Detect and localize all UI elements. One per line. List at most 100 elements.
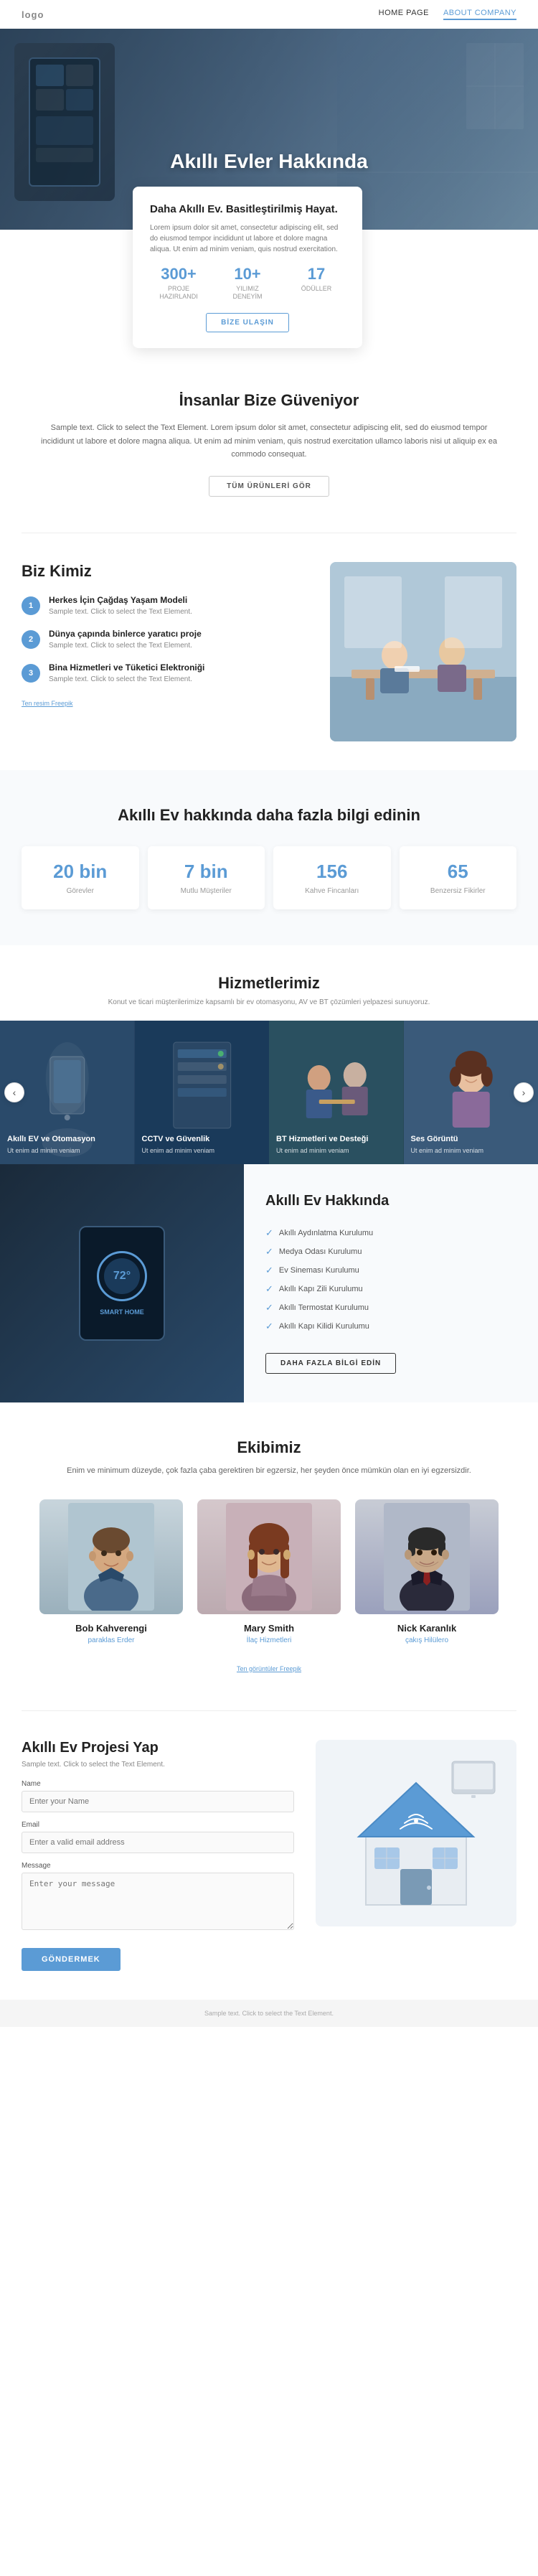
hero-title: Akıllı Evler Hakkında <box>0 150 538 173</box>
stat-customers-label: Mutlu Müşteriler <box>155 887 258 895</box>
service-card-4-title: Ses Görüntü <box>411 1135 532 1143</box>
info-card-text: Lorem ipsum dolor sit amet, consectetur … <box>150 223 345 255</box>
freepik-link-biz[interactable]: Ten resim Freepik <box>22 700 73 707</box>
biz-item-2-title: Dünya çapında binlerce yaratıcı proje <box>49 629 202 639</box>
stat-ideas: 65 Benzersiz Fikirler <box>400 846 517 909</box>
trust-section: İnsanlar Bize Güveniyor Sample text. Cli… <box>0 348 538 533</box>
trust-title: İnsanlar Bize Güveniyor <box>22 391 516 410</box>
biz-number-1: 1 <box>22 596 40 615</box>
feature-1: ✓ Akıllı Aydınlatma Kurulumu <box>265 1224 516 1242</box>
check-icon-4: ✓ <box>265 1283 273 1295</box>
nick-avatar-svg <box>384 1503 470 1611</box>
team-photo-bob <box>39 1499 183 1614</box>
feature-3: ✓Ev Sineması Kurulumu <box>265 1261 516 1280</box>
email-group: Email <box>22 1821 294 1853</box>
team-name-mary: Mary Smith <box>197 1623 341 1634</box>
check-icon-1: ✓ <box>265 1227 273 1239</box>
smart-home-bg: 72° SMART HOME <box>0 1164 244 1402</box>
service-card-2-content: CCTV ve Güvenlik Ut enim ad minim veniam <box>142 1135 263 1156</box>
stat-tasks-number: 20 bin <box>29 861 132 883</box>
team-role-mary: İlaç Hizmetleri <box>197 1636 341 1644</box>
team-avatar-bob <box>39 1499 183 1614</box>
hero-content: Akıllı Evler Hakkında <box>0 85 538 173</box>
trust-cta[interactable]: TÜM ÜRÜNLERİ GÖR <box>209 476 329 497</box>
slider-arrow-left[interactable]: ‹ <box>4 1082 24 1102</box>
stat-customers-number: 7 bin <box>155 861 258 883</box>
feature-5-text: Akıllı Termostat Kurulumu <box>279 1303 369 1312</box>
check-icon-3: ✓ <box>265 1265 273 1276</box>
team-role-bob: paraklas Erder <box>39 1636 183 1644</box>
message-textarea[interactable] <box>22 1873 294 1930</box>
team-photo-nick <box>355 1499 499 1614</box>
biz-item-2-text: Sample text. Click to select the Text El… <box>49 642 202 650</box>
submit-button[interactable]: GÖNDERMEK <box>22 1948 121 1971</box>
team-title: Ekibimiz <box>22 1438 516 1457</box>
smart-home-device: 72° SMART HOME <box>79 1226 165 1341</box>
biz-kimiz-left: Biz Kimiz 1 Herkes İçin Çağdaş Yaşam Mod… <box>22 562 308 709</box>
biz-item-3: 3 Bina Hizmetleri ve Tüketici Elektroniğ… <box>22 662 308 683</box>
service-card-1-title: Akıllı EV ve Otomasyon <box>7 1135 128 1143</box>
thermostat-label: SMART HOME <box>100 1308 144 1316</box>
learn-more-section: Akıllı Ev hakkında daha fazla bilgi edin… <box>0 770 538 945</box>
info-card-stats: 300+ PROJEHAZIRLANDI 10+ YILIMIZDENEYİM … <box>150 265 345 301</box>
house-svg <box>323 1740 509 1926</box>
feature-2: ✓Medya Odası Kurulumu <box>265 1242 516 1261</box>
biz-kimiz-section: Biz Kimiz 1 Herkes İçin Çağdaş Yaşam Mod… <box>0 533 538 770</box>
stat-ideas-label: Benzersiz Fikirler <box>407 887 510 895</box>
name-input[interactable] <box>22 1791 294 1812</box>
service-card-2-text: Ut enim ad minim veniam <box>142 1146 263 1156</box>
name-group: Name <box>22 1780 294 1812</box>
message-label: Message <box>22 1862 294 1870</box>
smart-home-cta[interactable]: DAHA FAZLA BİLGİ EDİN <box>265 1353 396 1374</box>
trust-text: Sample text. Click to select the Text El… <box>36 421 502 462</box>
smart-home-content: Akıllı Ev Hakkında ✓Akıllı Aydınlatma Ku… <box>244 1164 538 1402</box>
nav-links: HOME PAGE ABOUT COMPANY <box>379 9 516 20</box>
biz-img-container <box>330 562 516 741</box>
feature-6: ✓Akıllı Kapı Kilidi Kurulumu <box>265 1317 516 1336</box>
stat-projects: 300+ PROJEHAZIRLANDI <box>150 265 207 301</box>
info-card-cta[interactable]: BİZE ULAŞIN <box>206 313 289 332</box>
nav-home[interactable]: HOME PAGE <box>379 9 429 20</box>
navbar: logo HOME PAGE ABOUT COMPANY <box>0 0 538 29</box>
team-card-bob: Bob Kahverengi paraklas Erder <box>39 1499 183 1650</box>
team-name-nick: Nick Karanlık <box>355 1623 499 1634</box>
team-subtitle: Enim ve minimum düzeyde, çok fazla çaba … <box>36 1464 502 1478</box>
contact-illustration <box>316 1740 516 1926</box>
stat-label-years: YILIMIZDENEYİM <box>219 285 276 301</box>
stat-coffee-number: 156 <box>280 861 384 883</box>
services-slider: ‹ Akıllı EV ve Otomasyon Ut enim ad mini… <box>0 1021 538 1164</box>
stat-label-awards: ÖDÜLLER <box>288 285 345 294</box>
stat-customers: 7 bin Mutlu Müşteriler <box>148 846 265 909</box>
freepik-link-team[interactable]: Ten görüntüler Freepik <box>237 1665 301 1672</box>
feature-1-text: Akıllı Aydınlatma Kurulumu <box>279 1229 373 1237</box>
service-card-4-content: Ses Görüntü Ut enim ad minim veniam <box>411 1135 532 1156</box>
stat-number-projects: 300+ <box>150 265 207 284</box>
biz-number-2: 2 <box>22 630 40 649</box>
stat-coffee-label: Kahve Fincanları <box>280 887 384 895</box>
biz-item-3-title: Bina Hizmetleri ve Tüketici Elektroniği <box>49 662 204 673</box>
feature-list: ✓Akıllı Aydınlatma Kurulumu ✓Medya Odası… <box>265 1224 516 1336</box>
biz-kimiz-image <box>330 562 516 741</box>
slider-arrow-right[interactable]: › <box>514 1082 534 1102</box>
footer: Sample text. Click to select the Text El… <box>0 2000 538 2027</box>
logo: logo <box>22 9 44 20</box>
contact-form-area: Akıllı Ev Projesi Yap Sample text. Click… <box>22 1740 294 1971</box>
service-card-3-content: BT Hizmetleri ve Desteği Ut enim ad mini… <box>276 1135 397 1156</box>
services-subtitle: Konut ve ticari müşterilerimize kapsamlı… <box>0 998 538 1006</box>
contact-section: Akıllı Ev Projesi Yap Sample text. Click… <box>0 1711 538 2000</box>
contact-text: Sample text. Click to select the Text El… <box>22 1761 294 1769</box>
feature-2-text: Medya Odası Kurulumu <box>279 1247 362 1256</box>
stat-awards: 17 ÖDÜLLER <box>288 265 345 301</box>
email-input[interactable] <box>22 1832 294 1853</box>
stat-number-awards: 17 <box>288 265 345 284</box>
smart-home-section: 72° SMART HOME Akıllı Ev Hakkında ✓Akıll… <box>0 1164 538 1402</box>
contact-form: Name Email Message GÖNDERMEK <box>22 1780 294 1971</box>
team-card-nick: Nick Karanlık çakış Hilülero <box>355 1499 499 1650</box>
info-card-wrapper: Daha Akıllı Ev. Basitleştirilmiş Hayat. … <box>0 230 538 348</box>
biz-item-2-content: Dünya çapında binlerce yaratıcı proje Sa… <box>49 629 202 650</box>
nav-about[interactable]: ABOUT COMPANY <box>443 9 516 20</box>
service-card-3: BT Hizmetleri ve Desteği Ut enim ad mini… <box>269 1021 404 1164</box>
services-title: Hizmetlerimiz <box>0 974 538 993</box>
stat-label-projects: PROJEHAZIRLANDI <box>150 285 207 301</box>
team-name-bob: Bob Kahverengi <box>39 1623 183 1634</box>
